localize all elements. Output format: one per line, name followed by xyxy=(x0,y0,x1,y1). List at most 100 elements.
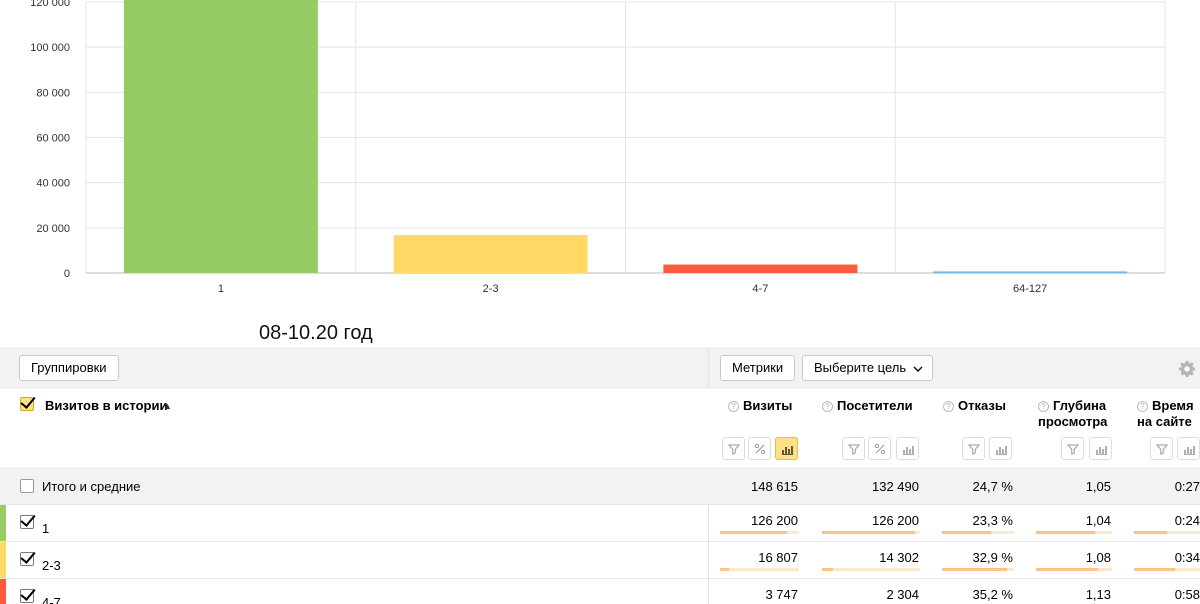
help-icon[interactable]: ? xyxy=(1137,401,1148,412)
chart-caption: 08-10.20 год xyxy=(259,322,373,344)
row-label: Итого и средние xyxy=(42,479,141,494)
metric-bar-fill xyxy=(1036,568,1098,571)
y-tick-label: 0 xyxy=(64,268,70,280)
metric-bar-track xyxy=(942,531,1014,534)
percent-icon[interactable] xyxy=(748,437,771,460)
select-all-checkbox[interactable] xyxy=(20,397,34,411)
metric-bar-track xyxy=(1036,531,1112,534)
row-color-strip xyxy=(0,505,6,541)
bar-chart-icon[interactable] xyxy=(1089,437,1112,460)
filter-icon[interactable] xyxy=(1150,437,1173,460)
metric-bar-fill xyxy=(942,568,1007,571)
bar xyxy=(123,0,318,274)
bar xyxy=(393,235,588,273)
metric-cell: 148 615 xyxy=(751,479,798,494)
bar-chart-icon[interactable] xyxy=(1177,437,1200,460)
help-icon[interactable]: ? xyxy=(1038,401,1049,412)
table-row[interactable]: 2-3 16 807 14 302 32,9 % 1,08 0:34 xyxy=(0,541,1200,578)
x-tick-label: 64-127 xyxy=(1013,283,1047,295)
y-tick-label: 80 000 xyxy=(36,87,70,99)
metric-cell: 3 747 xyxy=(765,587,798,602)
y-tick-label: 60 000 xyxy=(36,133,70,145)
column-label: Отказы xyxy=(958,398,1006,413)
column-label: Визиты xyxy=(743,398,793,413)
filter-icon[interactable] xyxy=(962,437,985,460)
bar-chart: 0 20 000 40 000 60 000 80 000 100 000 120 000 1… xyxy=(30,0,1166,295)
metric-bar-track xyxy=(720,568,799,571)
y-tick-label: 40 000 xyxy=(36,178,70,190)
percent-icon[interactable] xyxy=(868,437,891,460)
column-label: Посетители xyxy=(837,398,913,413)
metric-bar-fill xyxy=(1134,531,1167,534)
row-checkbox[interactable] xyxy=(20,479,34,493)
metric-cell: 126 200 xyxy=(751,513,798,528)
column-header-bounces[interactable]: ? Отказы xyxy=(943,398,1006,414)
metric-bar-fill xyxy=(822,568,833,571)
bar-chart-icon[interactable] xyxy=(989,437,1012,460)
metric-bar-fill xyxy=(1036,531,1095,534)
x-tick-label: 4-7 xyxy=(752,283,768,295)
metric-bar-track xyxy=(1036,568,1112,571)
metric-bar-track xyxy=(822,531,920,534)
table-row[interactable]: 4-7 3 747 2 304 35,2 % 1,13 0:58 xyxy=(0,578,1200,604)
column-header-visits[interactable]: ? Визиты xyxy=(728,398,792,414)
metric-bar-track xyxy=(1134,568,1200,571)
row-label: 4-7 xyxy=(42,595,61,604)
table-header xyxy=(0,389,1200,467)
metric-cell: 32,9 % xyxy=(972,550,1013,565)
metric-cell: 0:24 xyxy=(1174,513,1200,528)
row-color-strip xyxy=(0,542,6,578)
help-icon[interactable]: ? xyxy=(943,401,954,412)
total-row: Итого и средние 148 615 132 490 24,7 % 1,05 0… xyxy=(0,467,1200,504)
filter-icon[interactable] xyxy=(722,437,745,460)
row-checkbox[interactable] xyxy=(20,515,34,529)
help-icon[interactable]: ? xyxy=(728,401,739,412)
metric-bar-fill xyxy=(720,568,729,571)
goal-select-label: Выберите цель xyxy=(814,360,907,375)
column-header-time[interactable]: ? Время на сайте xyxy=(1137,398,1200,430)
metric-bar-track xyxy=(942,568,1014,571)
row-checkbox[interactable] xyxy=(20,589,34,603)
metric-cell: 23,3 % xyxy=(972,513,1013,528)
column-label: Глубина просмотра xyxy=(1038,398,1108,429)
x-tick-label: 1 xyxy=(218,283,224,295)
row-checkbox[interactable] xyxy=(20,552,34,566)
filter-icon[interactable] xyxy=(1061,437,1084,460)
y-tick-label: 120 000 xyxy=(30,0,70,9)
y-tick-label: 20 000 xyxy=(36,223,70,235)
metric-bar-track xyxy=(822,568,920,571)
column-header-depth[interactable]: ? Глубина просмотра xyxy=(1038,398,1123,430)
metric-cell: 16 807 xyxy=(758,550,798,565)
metric-bar-track xyxy=(720,531,799,534)
metric-bar-fill xyxy=(720,531,787,534)
x-tick-label: 2-3 xyxy=(483,283,499,295)
bar-chart-icon[interactable] xyxy=(896,437,919,460)
metric-cell: 24,7 % xyxy=(972,479,1013,494)
filter-icon[interactable] xyxy=(842,437,865,460)
gear-icon[interactable] xyxy=(1178,360,1196,378)
row-label: 1 xyxy=(42,521,50,536)
bar-chart-icon[interactable] xyxy=(775,437,798,460)
metric-cell: 35,2 % xyxy=(972,587,1013,602)
metrics-button[interactable]: Метрики xyxy=(720,355,796,381)
help-icon[interactable]: ? xyxy=(822,401,833,412)
bar xyxy=(933,271,1128,274)
metric-cell: 0:34 xyxy=(1174,550,1200,565)
metric-bar-fill xyxy=(1134,568,1175,571)
y-tick-label: 100 000 xyxy=(30,42,70,54)
metric-cell: 0:58 xyxy=(1174,587,1200,602)
row-color-strip xyxy=(0,579,6,604)
metric-bar-fill xyxy=(822,531,915,534)
row-label: 2-3 xyxy=(42,558,61,573)
table-row[interactable]: 1 126 200 126 200 23,3 % 1,04 0:24 xyxy=(0,504,1200,541)
column-header-visitors[interactable]: ? Посетители xyxy=(822,398,913,414)
goal-select[interactable]: Выберите цель xyxy=(802,355,934,381)
metric-bar-fill xyxy=(942,531,991,534)
metric-cell: 0:27 xyxy=(1174,479,1200,494)
chevron-down-icon xyxy=(913,366,923,372)
bar xyxy=(663,264,858,273)
sort-asc-icon[interactable]: ▲ xyxy=(163,401,172,411)
dimension-header[interactable]: Визитов в истории xyxy=(45,398,167,413)
groupings-button[interactable]: Группировки xyxy=(19,355,119,381)
metric-bar-track xyxy=(1134,531,1200,534)
